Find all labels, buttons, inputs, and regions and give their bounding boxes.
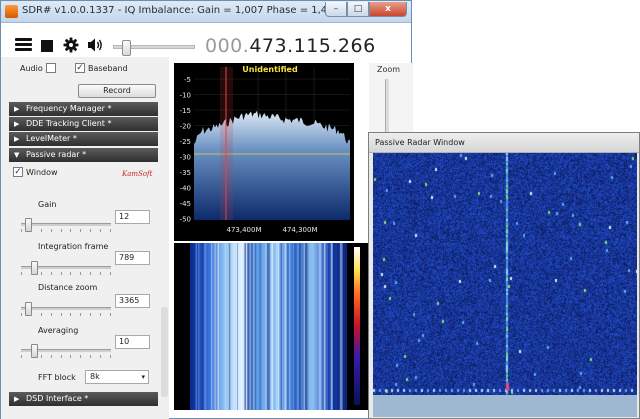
integration-frame-slider[interactable] — [21, 261, 111, 275]
plugin-header-label: DDE Tracking Client * — [26, 119, 112, 128]
waterfall-display[interactable] — [174, 243, 369, 410]
volume-slider[interactable] — [113, 40, 195, 56]
y-tick-label: -5 — [184, 76, 191, 84]
baseband-label: Baseband — [88, 63, 128, 73]
integration-frame-input[interactable]: 789 — [115, 251, 150, 265]
radar-footer — [373, 395, 637, 417]
averaging-label: Averaging — [38, 326, 79, 335]
record-button[interactable]: Record — [78, 84, 156, 98]
radar-range-doppler-plot[interactable] — [373, 153, 637, 395]
y-tick-label: -15 — [180, 107, 191, 115]
distance-zoom-slider[interactable] — [21, 302, 111, 316]
passive-radar-window: Passive Radar Window — [368, 132, 640, 419]
baseband-option[interactable]: ✓ Baseband — [75, 63, 128, 73]
plugin-header-label: Passive radar * — [26, 150, 87, 159]
y-tick-label: -40 — [180, 185, 191, 193]
averaging-slider[interactable] — [21, 344, 111, 358]
minimize-button[interactable]: – — [325, 2, 347, 17]
y-tick-label: -10 — [180, 92, 191, 100]
kamsoft-logo: KamSoft — [122, 170, 153, 178]
maximize-button[interactable]: □ — [347, 2, 369, 17]
plugin-header-frequency-manager[interactable]: ▶ Frequency Manager * — [9, 102, 158, 116]
x-tick-label: 473,400M — [227, 226, 262, 234]
frequency-display[interactable]: 000.473.115.266 — [205, 35, 376, 57]
desktop: SDR# v1.0.0.1337 - IQ Imbalance: Gain = … — [0, 0, 640, 419]
volume-slider-thumb[interactable] — [122, 40, 131, 56]
chevron-down-icon: ▾ — [141, 373, 145, 381]
spectrum-trace — [194, 110, 350, 220]
y-tick-label: -45 — [180, 200, 191, 208]
gear-icon[interactable] — [63, 37, 79, 53]
gain-slider[interactable] — [21, 218, 111, 232]
fft-block-label: FFT block — [38, 373, 76, 382]
distance-slider-ticks — [21, 313, 111, 316]
plugin-header-levelmeter[interactable]: ▶ LevelMeter * — [9, 132, 158, 146]
speaker-icon[interactable] — [87, 37, 104, 53]
plugin-header-label: Frequency Manager * — [26, 104, 112, 113]
expand-arrow-icon: ▶ — [14, 105, 20, 113]
radar-window-option[interactable]: ✓ Window — [13, 167, 58, 177]
sdr-main-window: SDR# v1.0.0.1337 - IQ Imbalance: Gain = … — [0, 0, 413, 419]
audio-checkbox[interactable] — [45, 63, 56, 73]
x-tick-label: 474,300M — [283, 226, 318, 234]
y-tick-label: -35 — [180, 169, 191, 177]
spectrum-analyzer[interactable]: -5-10-15-20-25-30-35-40-45-50 473,400M 47… — [174, 63, 354, 241]
fft-block-select[interactable]: 8k ▾ — [85, 370, 149, 384]
fft-block-value: 8k — [90, 372, 100, 381]
collapse-arrow-icon: ▼ — [14, 151, 20, 159]
radar-titlebar[interactable]: Passive Radar Window — [369, 133, 639, 153]
frequency-prefix: 000. — [205, 35, 250, 57]
station-name: Unidentified — [242, 65, 298, 74]
plugin-header-passive-radar[interactable]: ▼ Passive radar * — [9, 148, 158, 162]
plugin-header-label: LevelMeter * — [26, 134, 77, 143]
gain-slider-ticks — [21, 229, 111, 232]
waterfall-palette-bar — [354, 247, 360, 405]
window-label: Window — [26, 167, 58, 177]
y-tick-label: -20 — [180, 123, 191, 131]
audio-option[interactable]: Audio — [20, 63, 56, 73]
window-title: SDR# v1.0.0.1337 - IQ Imbalance: Gain = … — [22, 5, 345, 16]
expand-arrow-icon: ▶ — [14, 395, 20, 403]
zoom-label: Zoom — [377, 65, 401, 74]
expand-arrow-icon: ▶ — [14, 120, 20, 128]
plugin-header-dsd-interface[interactable]: ▶ DSD Interface * — [9, 392, 158, 406]
averaging-slider-ticks — [21, 355, 111, 358]
audio-label: Audio — [20, 63, 43, 73]
spectrum-y-axis: -5 -10 -15 -20 -25 -30 -35 -40 -45 -50 — [180, 76, 191, 224]
spectrum-x-axis: 473,400M 474,300M — [227, 226, 318, 234]
expand-arrow-icon: ▶ — [14, 135, 20, 143]
stop-icon[interactable] — [41, 40, 53, 52]
integration-slider-ticks — [21, 272, 111, 275]
zoom-panel — [369, 63, 413, 143]
close-button[interactable]: x — [369, 2, 407, 17]
gain-input[interactable]: 12 — [115, 210, 150, 224]
left-panel-scrollbar[interactable] — [161, 307, 168, 397]
distance-zoom-label: Distance zoom — [38, 283, 98, 292]
radar-window-title: Passive Radar Window — [375, 138, 465, 147]
window-checkbox[interactable]: ✓ — [13, 167, 23, 177]
plugin-header-label: DSD Interface * — [26, 394, 89, 403]
y-tick-label: -25 — [180, 138, 191, 146]
main-titlebar[interactable]: SDR# v1.0.0.1337 - IQ Imbalance: Gain = … — [1, 1, 411, 23]
y-tick-label: -30 — [180, 154, 191, 162]
left-control-panel: Audio ✓ Baseband Record ▶ Frequency Manag… — [1, 57, 169, 419]
averaging-input[interactable]: 10 — [115, 335, 150, 349]
plugin-header-dde-tracking[interactable]: ▶ DDE Tracking Client * — [9, 117, 158, 131]
y-tick-label: -50 — [180, 216, 191, 224]
zoom-slider[interactable] — [385, 79, 389, 135]
distance-zoom-input[interactable]: 3365 — [115, 294, 150, 308]
baseband-checkbox[interactable]: ✓ — [75, 63, 85, 73]
integration-frame-label: Integration frame — [38, 242, 109, 251]
frequency-value: 473.115.266 — [249, 35, 376, 57]
hamburger-menu-icon[interactable] — [15, 38, 32, 52]
app-icon — [5, 5, 18, 18]
gain-label: Gain — [38, 200, 57, 209]
